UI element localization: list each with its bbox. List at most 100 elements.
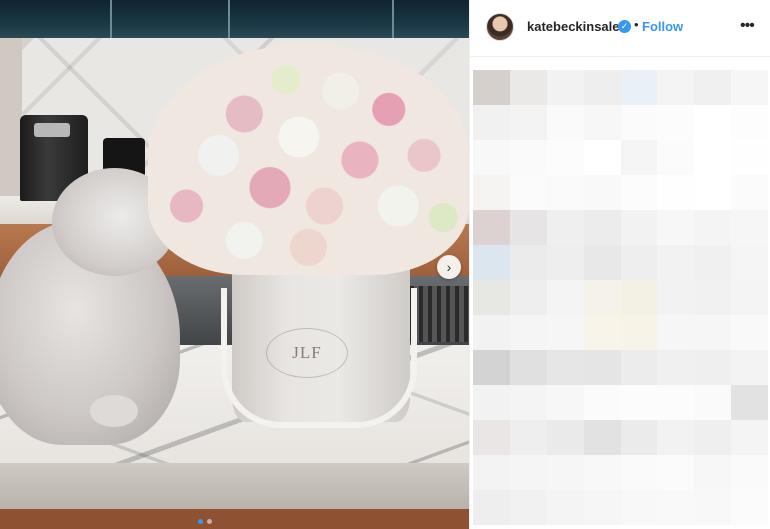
- follow-button[interactable]: Follow: [642, 19, 683, 34]
- blur-block: [694, 385, 732, 420]
- blur-block: [473, 420, 510, 455]
- blur-block: [583, 490, 621, 525]
- blur-block: [620, 175, 658, 210]
- blur-block: [546, 70, 584, 105]
- instagram-post: JLF › katebeckinsale ✓ • Follow •••: [0, 0, 770, 529]
- box-logo: JLF: [266, 328, 348, 378]
- blur-block: [694, 420, 732, 455]
- blur-block: [657, 245, 695, 280]
- blur-block: [731, 455, 768, 490]
- blur-block: [546, 490, 584, 525]
- blur-block: [657, 70, 695, 105]
- blur-block: [694, 70, 732, 105]
- blur-block: [657, 280, 695, 315]
- blur-block: [473, 490, 510, 525]
- pixelated-comments: [473, 70, 768, 525]
- carousel-indicator: [198, 519, 212, 524]
- blur-block: [546, 175, 584, 210]
- blur-block: [546, 420, 584, 455]
- blur-block: [620, 420, 658, 455]
- blur-block: [583, 140, 621, 175]
- avatar[interactable]: [486, 13, 514, 41]
- more-options-icon[interactable]: •••: [740, 17, 755, 35]
- blur-block: [731, 175, 768, 210]
- blur-block: [473, 175, 510, 210]
- carousel-dot: [207, 519, 212, 524]
- blur-block: [509, 350, 547, 385]
- blur-block: [731, 490, 768, 525]
- cat-paw: [90, 395, 138, 427]
- blur-block: [509, 140, 547, 175]
- blur-block: [620, 280, 658, 315]
- carousel-dot: [198, 519, 203, 524]
- blur-block: [473, 350, 510, 385]
- blur-block: [509, 175, 547, 210]
- blur-block: [657, 140, 695, 175]
- blur-block: [583, 455, 621, 490]
- blur-block: [473, 210, 510, 245]
- blur-block: [731, 420, 768, 455]
- username-link[interactable]: katebeckinsale: [527, 19, 620, 34]
- verified-badge-icon: ✓: [618, 20, 631, 33]
- blur-block: [509, 105, 547, 140]
- blur-block: [731, 385, 768, 420]
- blur-block: [473, 70, 510, 105]
- blur-block: [620, 70, 658, 105]
- blur-block: [694, 175, 732, 210]
- blur-block: [620, 245, 658, 280]
- blur-block: [657, 420, 695, 455]
- blur-block: [546, 385, 584, 420]
- blur-block: [731, 245, 768, 280]
- blur-block: [694, 210, 732, 245]
- blur-block: [583, 245, 621, 280]
- blur-block: [731, 105, 768, 140]
- blur-block: [583, 385, 621, 420]
- blur-block: [546, 455, 584, 490]
- blur-block: [694, 455, 732, 490]
- blur-block: [546, 140, 584, 175]
- post-header: katebeckinsale ✓ • Follow •••: [470, 0, 770, 57]
- blur-block: [620, 455, 658, 490]
- blur-block: [509, 315, 547, 350]
- wall: [0, 38, 22, 208]
- blur-block: [657, 210, 695, 245]
- blur-block: [583, 315, 621, 350]
- flower-bouquet: [148, 45, 469, 275]
- blur-block: [657, 455, 695, 490]
- blur-block: [509, 280, 547, 315]
- blur-block: [473, 315, 510, 350]
- blur-block: [546, 350, 584, 385]
- blur-block: [583, 280, 621, 315]
- blur-block: [546, 315, 584, 350]
- blur-block: [694, 140, 732, 175]
- blur-block: [509, 490, 547, 525]
- blur-block: [583, 420, 621, 455]
- post-photo[interactable]: JLF ›: [0, 0, 469, 529]
- blur-block: [583, 350, 621, 385]
- blur-block: [620, 315, 658, 350]
- blur-block: [694, 350, 732, 385]
- kitchen-cabinets: [0, 0, 469, 38]
- post-side-panel: katebeckinsale ✓ • Follow •••: [469, 0, 770, 529]
- blur-block: [657, 105, 695, 140]
- blur-block: [473, 385, 510, 420]
- blur-block: [509, 70, 547, 105]
- blur-block: [694, 280, 732, 315]
- blur-block: [473, 455, 510, 490]
- blur-block: [694, 490, 732, 525]
- blur-block: [509, 385, 547, 420]
- blur-block: [546, 245, 584, 280]
- blur-block: [473, 280, 510, 315]
- blur-block: [620, 140, 658, 175]
- blur-block: [731, 70, 768, 105]
- blur-block: [583, 70, 621, 105]
- blur-block: [583, 105, 621, 140]
- blur-block: [731, 280, 768, 315]
- blur-block: [509, 455, 547, 490]
- blur-block: [657, 315, 695, 350]
- next-arrow-icon[interactable]: ›: [437, 255, 461, 279]
- separator-dot: •: [634, 17, 639, 32]
- blur-block: [731, 315, 768, 350]
- blur-block: [694, 315, 732, 350]
- blur-block: [509, 210, 547, 245]
